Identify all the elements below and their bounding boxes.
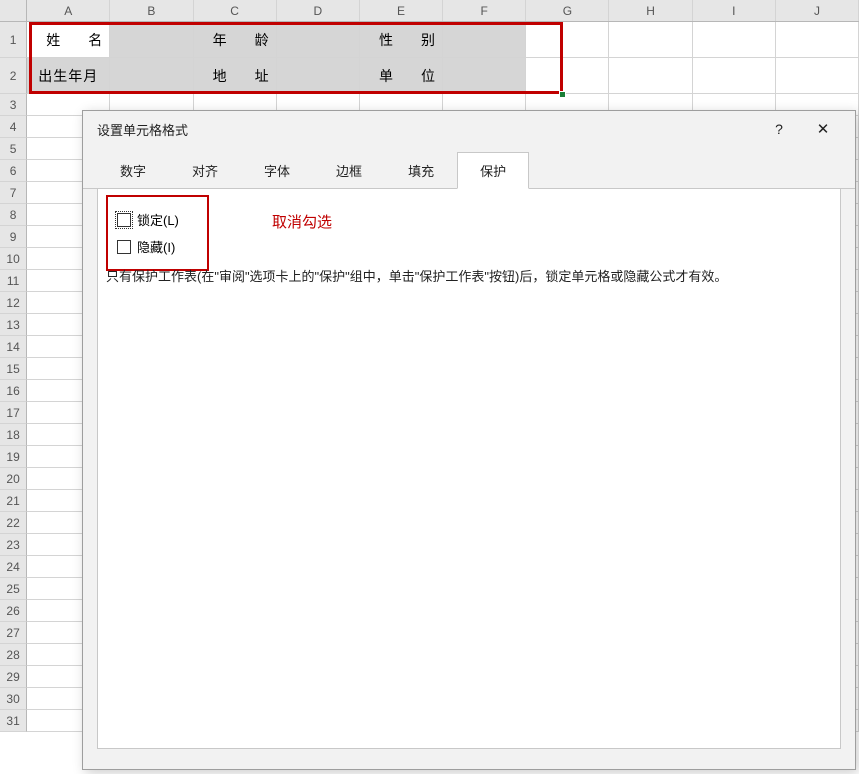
cell-j2[interactable]: [776, 58, 859, 94]
cell-h1[interactable]: [609, 22, 692, 58]
row-header[interactable]: 12: [0, 292, 27, 314]
annotation-text: 取消勾选: [272, 211, 332, 232]
checkbox-annotation-box: 锁定(L) 隐藏(I): [106, 195, 209, 271]
tab-alignment[interactable]: 对齐: [169, 152, 241, 189]
row-header[interactable]: 4: [0, 116, 27, 138]
col-header-d[interactable]: D: [277, 0, 360, 21]
row-header[interactable]: 10: [0, 248, 27, 270]
col-header-f[interactable]: F: [443, 0, 526, 21]
row-header[interactable]: 11: [0, 270, 27, 292]
tab-font[interactable]: 字体: [241, 152, 313, 189]
col-header-h[interactable]: H: [609, 0, 692, 21]
row-header[interactable]: 28: [0, 644, 27, 666]
cell-b1[interactable]: [110, 22, 193, 58]
col-header-g[interactable]: G: [526, 0, 609, 21]
cell-j1[interactable]: [776, 22, 859, 58]
hidden-checkbox[interactable]: [117, 240, 131, 254]
row-header[interactable]: 1: [0, 22, 27, 58]
row-header[interactable]: 16: [0, 380, 27, 402]
dialog-close-button[interactable]: ✕: [801, 114, 845, 144]
lock-checkbox[interactable]: [117, 213, 131, 227]
hidden-checkbox-label: 隐藏(I): [137, 237, 175, 256]
cell-d2[interactable]: [277, 58, 360, 94]
col-header-b[interactable]: B: [110, 0, 193, 21]
row-header[interactable]: 31: [0, 710, 27, 732]
row-header[interactable]: 19: [0, 446, 27, 468]
protection-info-text: 只有保护工作表(在"审阅"选项卡上的"保护"组中，单击"保护工作表"按钮)后，锁…: [106, 267, 832, 288]
dialog-tabs: 数字 对齐 字体 边框 填充 保护: [83, 151, 855, 189]
row-header[interactable]: 14: [0, 336, 27, 358]
tab-border[interactable]: 边框: [313, 152, 385, 189]
col-header-i[interactable]: I: [693, 0, 776, 21]
row-header[interactable]: 17: [0, 402, 27, 424]
row-header[interactable]: 18: [0, 424, 27, 446]
cell-i2[interactable]: [693, 58, 776, 94]
lock-checkbox-row[interactable]: 锁定(L): [117, 206, 179, 233]
format-cells-dialog: 设置单元格格式 ? ✕ 数字 对齐 字体 边框 填充 保护 锁定(L) 隐藏(I…: [82, 110, 856, 770]
cell-g2[interactable]: [526, 58, 609, 94]
col-header-e[interactable]: E: [360, 0, 443, 21]
col-header-c[interactable]: C: [194, 0, 277, 21]
cell-a1[interactable]: 姓 名: [27, 22, 110, 58]
protection-tab-body: 锁定(L) 隐藏(I) 取消勾选 只有保护工作表(在"审阅"选项卡上的"保护"组…: [97, 189, 841, 749]
row-1: 1 姓 名 年 龄 性 别: [0, 22, 859, 58]
row-header[interactable]: 2: [0, 58, 27, 94]
row-header[interactable]: 13: [0, 314, 27, 336]
column-headers: A B C D E F G H I J: [0, 0, 859, 22]
col-header-j[interactable]: J: [776, 0, 859, 21]
row-header[interactable]: 30: [0, 688, 27, 710]
row-header[interactable]: 9: [0, 226, 27, 248]
row-header[interactable]: 20: [0, 468, 27, 490]
row-header[interactable]: 5: [0, 138, 27, 160]
cell-e2[interactable]: 单 位: [360, 58, 443, 94]
cell-b2[interactable]: [110, 58, 193, 94]
cell-c2[interactable]: 地 址: [194, 58, 277, 94]
dialog-help-button[interactable]: ?: [757, 114, 801, 144]
cell-c1[interactable]: 年 龄: [194, 22, 277, 58]
hidden-checkbox-row[interactable]: 隐藏(I): [117, 233, 179, 260]
cell-a2[interactable]: 出生年月: [27, 58, 110, 94]
row-header[interactable]: 26: [0, 600, 27, 622]
row-header[interactable]: 6: [0, 160, 27, 182]
row-header[interactable]: 23: [0, 534, 27, 556]
row-header[interactable]: 21: [0, 490, 27, 512]
dialog-titlebar[interactable]: 设置单元格格式 ? ✕: [83, 111, 855, 147]
row-2: 2 出生年月 地 址 单 位: [0, 58, 859, 94]
dialog-title: 设置单元格格式: [93, 120, 188, 139]
cell-e1[interactable]: 性 别: [360, 22, 443, 58]
row-header[interactable]: 29: [0, 666, 27, 688]
row-header[interactable]: 25: [0, 578, 27, 600]
row-header[interactable]: 8: [0, 204, 27, 226]
row-header[interactable]: 7: [0, 182, 27, 204]
cell-i1[interactable]: [693, 22, 776, 58]
cell-d1[interactable]: [277, 22, 360, 58]
row-header[interactable]: 22: [0, 512, 27, 534]
cell-f2[interactable]: [443, 58, 526, 94]
row-header[interactable]: 15: [0, 358, 27, 380]
select-all-corner[interactable]: [0, 0, 27, 21]
tab-protection[interactable]: 保护: [457, 152, 529, 189]
cell-g1[interactable]: [526, 22, 609, 58]
col-header-a[interactable]: A: [27, 0, 110, 21]
cell-h2[interactable]: [609, 58, 692, 94]
row-header[interactable]: 3: [0, 94, 27, 116]
row-header[interactable]: 27: [0, 622, 27, 644]
tab-fill[interactable]: 填充: [385, 152, 457, 189]
lock-checkbox-label: 锁定(L): [137, 210, 179, 229]
tab-number[interactable]: 数字: [97, 152, 169, 189]
row-header[interactable]: 24: [0, 556, 27, 578]
cell-f1[interactable]: [443, 22, 526, 58]
